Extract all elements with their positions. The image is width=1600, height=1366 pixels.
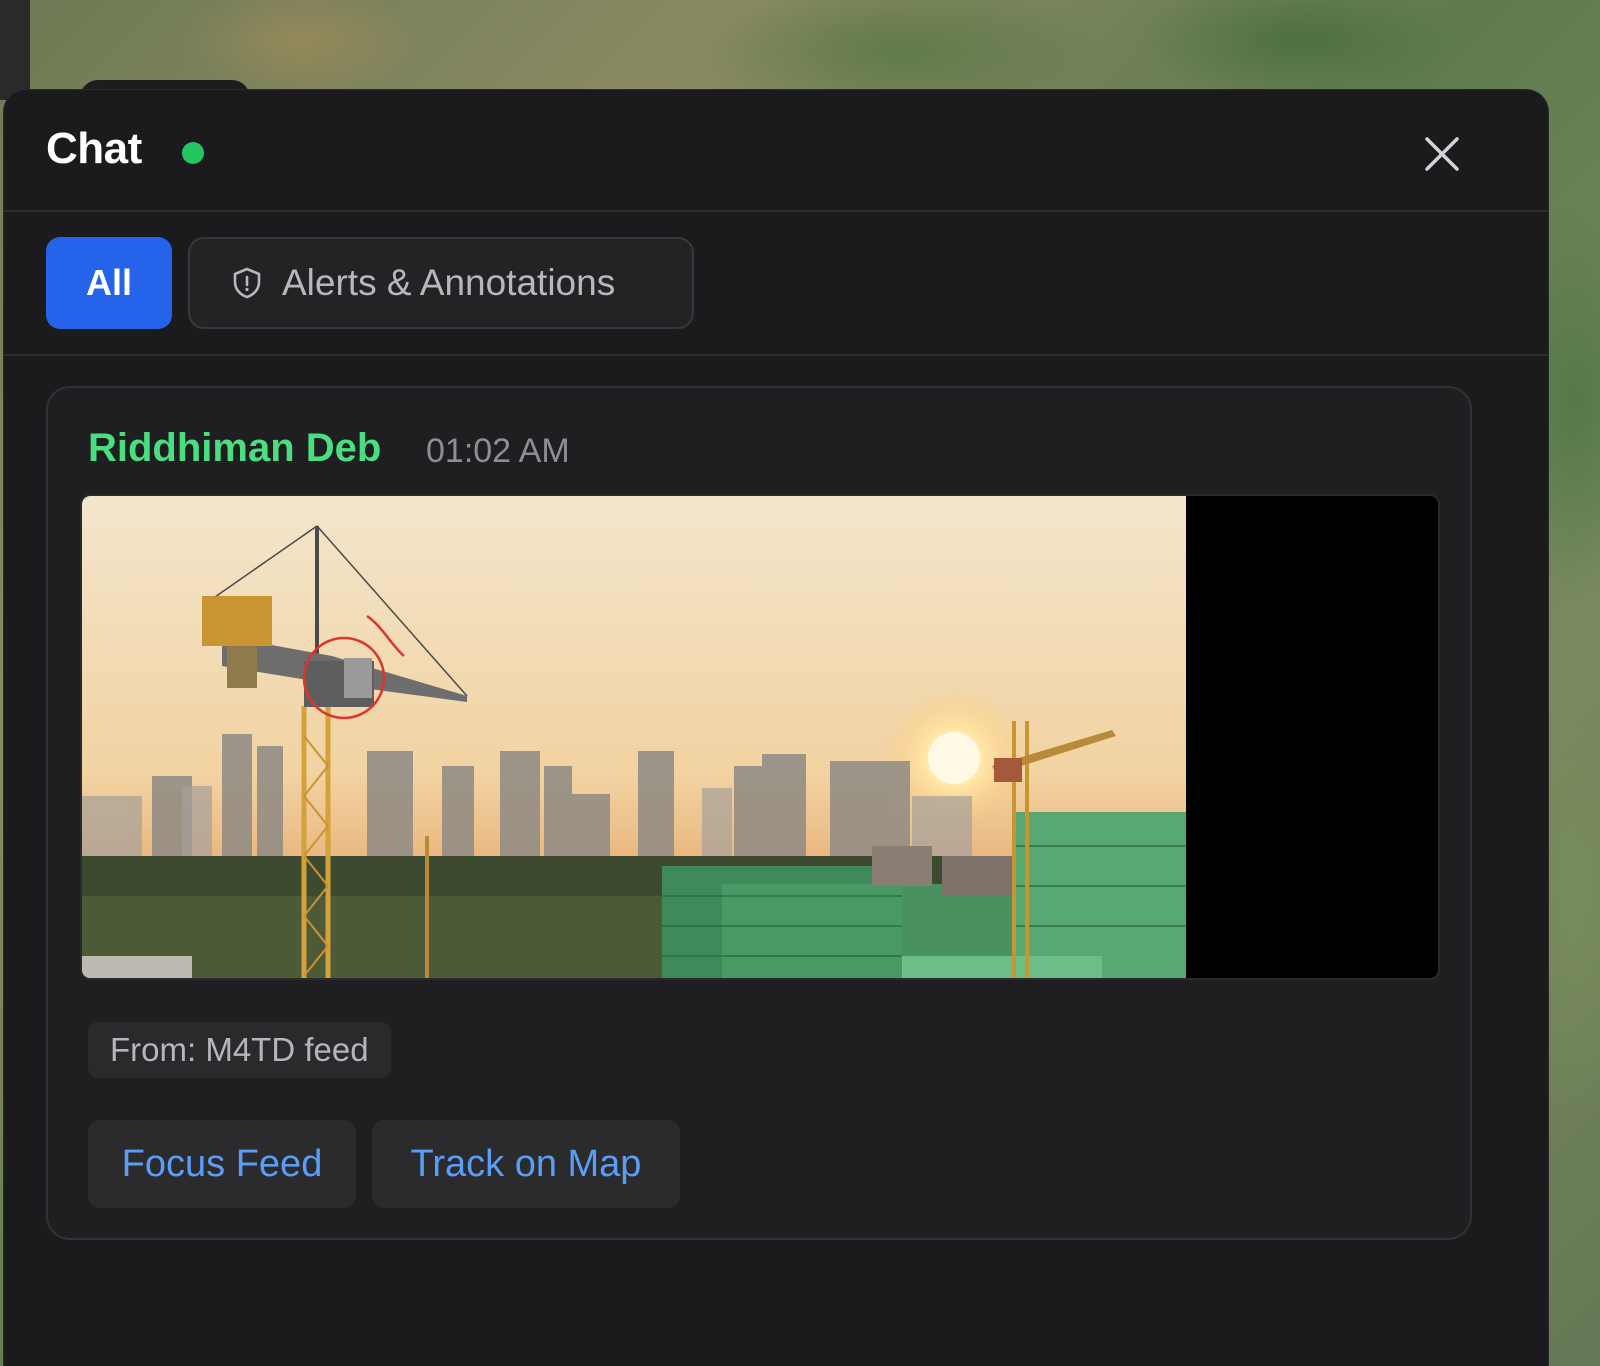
chat-header: Chat bbox=[4, 90, 1548, 212]
filter-tabs: All Alerts & Annotations bbox=[4, 212, 1548, 356]
source-badge: From: M4TD feed bbox=[88, 1022, 391, 1078]
tab-all[interactable]: All bbox=[46, 237, 172, 329]
close-icon bbox=[1425, 137, 1459, 171]
left-edge-strip bbox=[0, 0, 30, 100]
tab-alerts-annotations[interactable]: Alerts & Annotations bbox=[188, 237, 694, 329]
sender-name: Riddhiman Deb bbox=[88, 426, 382, 470]
source-label: From: M4TD feed bbox=[110, 1031, 369, 1068]
track-on-map-button[interactable]: Track on Map bbox=[372, 1120, 680, 1208]
media-frame[interactable] bbox=[80, 494, 1440, 980]
construction-scene bbox=[82, 496, 1186, 978]
screen: Chat All Alerts & Annotations Riddhiman … bbox=[0, 0, 1600, 1366]
message-time: 01:02 AM bbox=[426, 432, 570, 470]
message-card: Riddhiman Deb 01:02 AM From: M4TD feed F… bbox=[46, 386, 1472, 1240]
tab-all-label: All bbox=[85, 262, 132, 303]
focus-feed-label: Focus Feed bbox=[121, 1142, 323, 1185]
chat-panel: Chat All Alerts & Annotations Riddhiman … bbox=[4, 90, 1548, 1366]
track-on-map-label: Track on Map bbox=[410, 1142, 642, 1185]
close-button[interactable] bbox=[1414, 126, 1470, 182]
tab-alerts-label: Alerts & Annotations bbox=[282, 262, 616, 303]
construction-site-image[interactable] bbox=[82, 496, 1186, 978]
panel-title: Chat bbox=[46, 124, 142, 173]
shield-icon bbox=[233, 267, 261, 299]
focus-feed-button[interactable]: Focus Feed bbox=[88, 1120, 356, 1208]
online-status-dot bbox=[182, 142, 204, 164]
